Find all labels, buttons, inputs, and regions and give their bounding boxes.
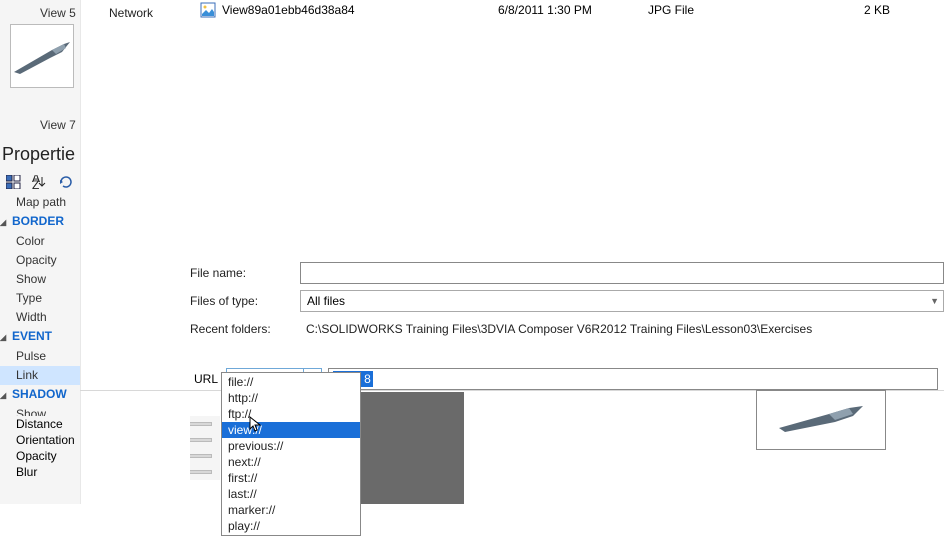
url-scheme-option[interactable]: view:// [222, 422, 360, 438]
url-scheme-option[interactable]: next:// [222, 454, 360, 470]
view-7-label[interactable]: View 7 [40, 118, 76, 132]
viewport-background [360, 392, 464, 504]
file-size: 2 KB [812, 3, 890, 17]
prop-color[interactable]: Color [0, 232, 80, 251]
url-scheme-option[interactable]: marker:// [222, 502, 360, 518]
prop-group-event[interactable]: EVENT [0, 327, 80, 347]
files-of-type-combo[interactable]: All files ▼ [300, 290, 944, 312]
categorize-icon[interactable] [4, 173, 24, 191]
sort-az-icon[interactable]: AZ [30, 173, 50, 191]
prop-link[interactable]: Link [0, 366, 80, 385]
file-row[interactable]: View89a01ebb46d38a84 6/8/2011 1:30 PM JP… [190, 0, 944, 20]
slider-label: Blur [16, 465, 90, 479]
jpg-file-icon [200, 2, 216, 18]
view-thumbnail[interactable] [10, 24, 74, 88]
slider-label: Orientation [16, 433, 90, 447]
file-list[interactable]: View89a01ebb46d38a84 6/8/2011 1:30 PM JP… [190, 0, 944, 245]
slider-label: Opacity [16, 449, 90, 463]
recent-folders-value[interactable]: C:\SOLIDWORKS Training Files\3DVIA Compo… [300, 318, 944, 340]
prop-group-shadow[interactable]: SHADOW [0, 385, 80, 405]
prop-width[interactable]: Width [0, 308, 80, 327]
prop-type[interactable]: Type [0, 289, 80, 308]
url-scheme-option[interactable]: play:// [222, 518, 360, 534]
prop-opacity[interactable]: Opacity [0, 251, 80, 270]
url-scheme-option[interactable]: http:// [222, 390, 360, 406]
tree-item-network[interactable]: Network [109, 6, 153, 20]
chevron-down-icon: ▼ [930, 296, 939, 306]
file-name-input[interactable] [300, 262, 944, 284]
part-icon [12, 36, 72, 76]
url-scheme-dropdown[interactable]: file://http://ftp://view://previous://ne… [221, 372, 361, 536]
properties-pane: Propertie AZ Map path BORDER Color Opaci… [0, 140, 80, 443]
file-name: View89a01ebb46d38a84 [222, 3, 498, 17]
file-name-label: File name: [190, 266, 300, 280]
prop-map-path[interactable]: Map path [0, 193, 80, 212]
url-scheme-option[interactable]: previous:// [222, 438, 360, 454]
prop-group-border[interactable]: BORDER [0, 212, 80, 232]
properties-title: Propertie [0, 140, 80, 171]
url-scheme-option[interactable]: file:// [222, 374, 360, 390]
file-type: JPG File [648, 3, 812, 17]
url-value-input[interactable]: View 8 [328, 368, 938, 390]
folders-tree-pane: Network [80, 0, 190, 504]
url-scheme-option[interactable]: last:// [222, 486, 360, 502]
files-of-type-label: Files of type: [190, 294, 300, 308]
prop-pulse[interactable]: Pulse [0, 347, 80, 366]
svg-text:Z: Z [32, 178, 39, 189]
refresh-icon[interactable] [56, 173, 76, 191]
files-of-type-value: All files [307, 294, 345, 308]
part-icon [771, 400, 871, 440]
properties-toolbar: AZ [0, 171, 80, 193]
recent-folders-label: Recent folders: [190, 322, 300, 336]
slider-label: Distance [16, 417, 90, 431]
prop-show[interactable]: Show [0, 270, 80, 289]
small-thumbnail[interactable] [756, 390, 886, 450]
file-date: 6/8/2011 1:30 PM [498, 3, 648, 17]
view-5-label[interactable]: View 5 [40, 6, 76, 20]
url-scheme-option[interactable]: first:// [222, 470, 360, 486]
url-scheme-option[interactable]: ftp:// [222, 406, 360, 422]
